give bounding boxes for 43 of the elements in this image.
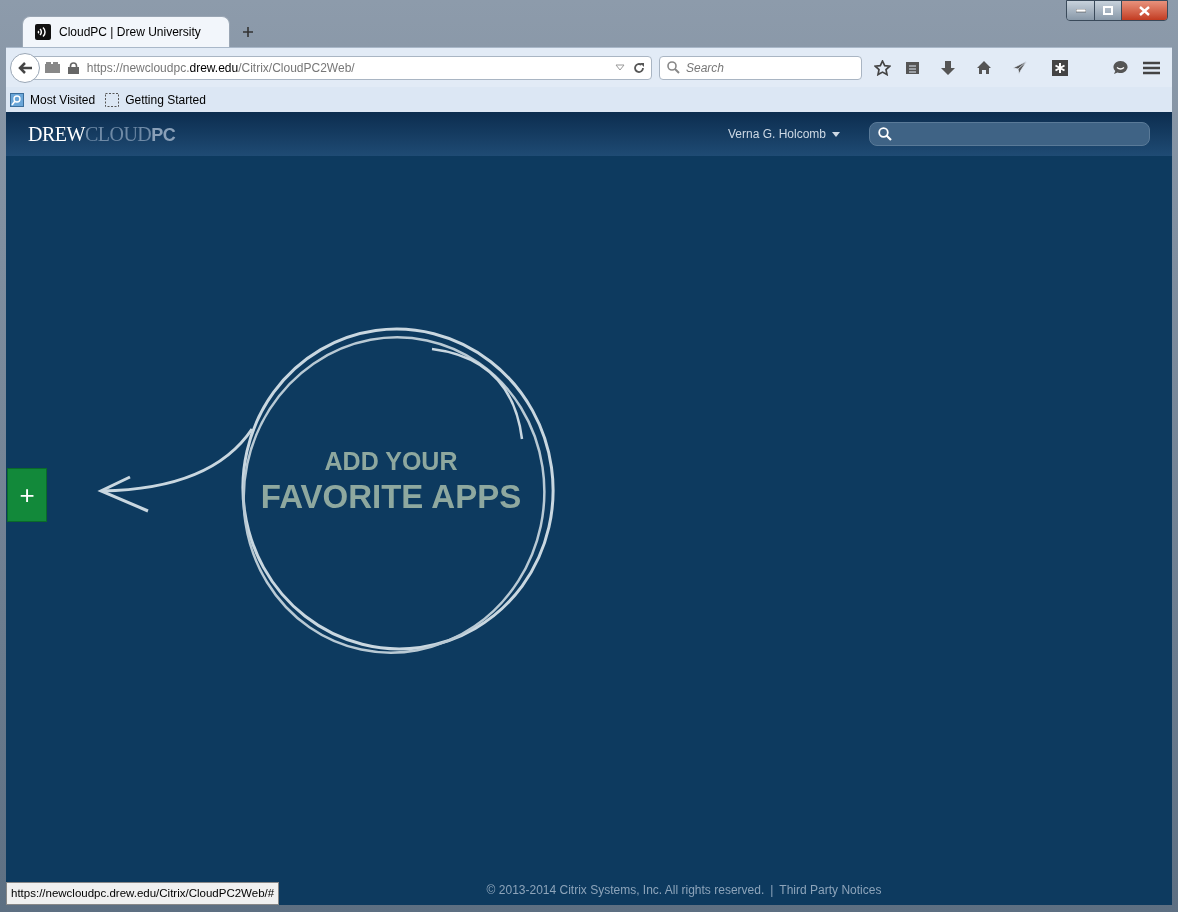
app-logo-icon xyxy=(35,24,51,40)
lock-icon xyxy=(67,61,79,74)
favorite-apps-heading: FAVORITE APPS xyxy=(260,477,522,517)
close-icon xyxy=(1139,5,1150,16)
download-arrow-icon[interactable] xyxy=(940,59,956,76)
maximize-icon xyxy=(1103,6,1113,15)
reload-icon[interactable] xyxy=(633,61,645,74)
page-icon xyxy=(44,62,60,73)
add-your-heading: ADD YOUR xyxy=(324,446,458,476)
maximize-button[interactable] xyxy=(1094,1,1121,20)
menu-icon[interactable] xyxy=(1143,60,1160,75)
bookmark-link[interactable]: Most Visited xyxy=(30,90,96,109)
bookmark-link[interactable]: Getting Started xyxy=(125,90,206,109)
browser-tab[interactable]: CloudPC | Drew University xyxy=(22,16,230,47)
status-url-tooltip: https://newcloudpc.drew.edu/Citrix/CloudPC2Web/# xyxy=(6,881,280,905)
user-menu[interactable]: Verna G. Holcomb xyxy=(727,125,840,143)
tab-title: CloudPC | Drew University xyxy=(59,24,201,41)
back-arrow-icon xyxy=(16,60,33,75)
dropdown-triangle-icon[interactable] xyxy=(615,64,625,71)
caret-icon xyxy=(832,131,840,137)
site-logo: DREWCLOUDPC xyxy=(28,122,176,147)
asterisk-icon[interactable] xyxy=(1052,59,1068,76)
new-tab-icon[interactable] xyxy=(242,26,254,38)
bookmark-folder-icon xyxy=(10,92,24,107)
blank-page-icon xyxy=(105,92,120,107)
search-icon xyxy=(878,127,892,141)
clipboard-icon[interactable] xyxy=(905,60,920,75)
close-button[interactable] xyxy=(1121,1,1167,20)
minimize-icon xyxy=(1075,8,1086,13)
paper-plane-icon[interactable] xyxy=(1012,60,1028,75)
copyright-text: © 2013-2014 Citrix Systems, Inc. All rights reserved. xyxy=(486,882,765,899)
header-search-field[interactable] xyxy=(869,122,1150,146)
address-field[interactable]: https://newcloudpc.drew.edu/Citrix/CloudPC2Web/ xyxy=(33,55,652,80)
search-icon xyxy=(667,61,680,74)
home-icon[interactable] xyxy=(976,60,992,75)
third-party-notices-link[interactable]: Third Party Notices xyxy=(779,881,882,899)
search-field[interactable]: Search xyxy=(659,56,862,80)
star-icon[interactable] xyxy=(874,59,891,76)
separator: | xyxy=(770,882,774,899)
back-button[interactable] xyxy=(10,52,40,83)
smiley-chat-icon[interactable] xyxy=(1112,59,1129,76)
url-text: https://newcloudpc.drew.edu/Citrix/CloudPC2Web/ xyxy=(86,59,356,77)
add-app-button[interactable]: + xyxy=(7,468,47,522)
